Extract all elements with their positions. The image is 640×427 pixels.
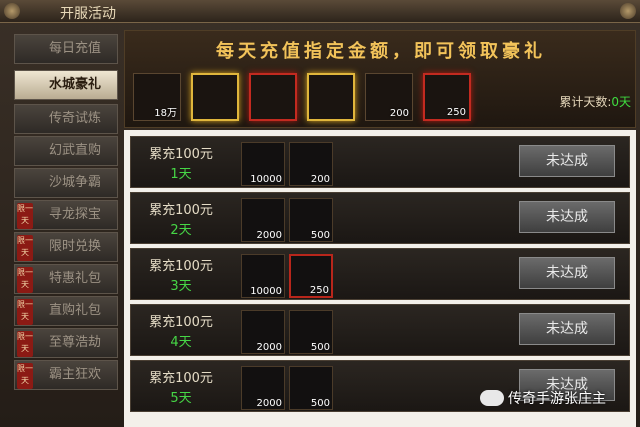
book-icon[interactable]: 10000 — [241, 142, 285, 186]
sidebar-item-direct-pack[interactable]: 限一天 直购礼包 — [14, 296, 118, 326]
watermark: 传奇手游张庄主 — [508, 391, 606, 407]
chest-icon[interactable] — [307, 73, 355, 121]
book-icon[interactable]: 2000 — [241, 310, 285, 354]
reward-header: 每天充值指定金额，即可领取豪礼 18万 200 250 累计天数:0天 — [124, 30, 636, 128]
requirement-text: 累充100元 — [149, 259, 213, 274]
gold-shard-icon[interactable]: 200 — [365, 73, 413, 121]
list-item: 累充100元 4天 2000 500 未达成 — [130, 304, 630, 356]
requirement-text: 累充100元 — [149, 315, 213, 330]
chest-icon[interactable] — [249, 73, 297, 121]
sidebar-item-label: 特惠礼包 — [48, 271, 101, 286]
day-text: 1天 — [170, 167, 192, 182]
weapon-icon[interactable]: 250 — [423, 73, 471, 121]
window-title: 开服活动 — [60, 6, 116, 22]
list-item: 累充100元 3天 10000 250 未达成 — [130, 248, 630, 300]
sidebar-item-daily-recharge[interactable]: 每日充值 — [14, 34, 118, 64]
banner-text: 每天充值指定金额，即可领取豪礼 — [216, 41, 546, 62]
requirement-text: 累充100元 — [149, 371, 213, 386]
sidebar-item-water-city-gift[interactable]: 水城豪礼 — [14, 70, 118, 100]
book-icon[interactable]: 10000 — [241, 254, 285, 298]
blue-orb-icon[interactable]: 500 — [289, 198, 333, 242]
claim-button[interactable]: 未达成 — [519, 145, 615, 177]
wechat-icon — [480, 390, 504, 406]
sidebar-item-special-pack[interactable]: 限一天 特惠礼包 — [14, 264, 118, 294]
helmet-icon[interactable] — [191, 73, 239, 121]
crystal-icon[interactable]: 500 — [289, 310, 333, 354]
sidebar-item-label: 每日充值 — [48, 41, 101, 56]
day-text: 3天 — [170, 279, 192, 294]
activity-window: 开服活动 每日充值 水城豪礼 传奇试炼 幻武直购 沙城争霸 限一天 寻龙探宝 限一… — [0, 0, 640, 427]
close-icon[interactable] — [620, 3, 636, 19]
book-icon[interactable]: 18万 — [133, 73, 181, 121]
claim-button[interactable]: 未达成 — [519, 201, 615, 233]
requirement-text: 累充100元 — [149, 147, 213, 162]
sidebar-item-supreme[interactable]: 限一天 至尊浩劫 — [14, 328, 118, 358]
reward-list: 累充100元 1天 10000 200 未达成 累充100元 2天 2000 5… — [124, 130, 636, 427]
claim-button[interactable]: 未达成 — [519, 313, 615, 345]
limited-badge: 限一天 — [17, 331, 33, 357]
sidebar-item-legend-trial[interactable]: 传奇试炼 — [14, 104, 118, 134]
book-icon[interactable]: 2000 — [241, 366, 285, 410]
limited-badge: 限一天 — [17, 363, 33, 389]
sidebar-item-label: 传奇试炼 — [48, 111, 101, 126]
sidebar-item-label: 水城豪礼 — [48, 77, 101, 92]
gold-shard-icon[interactable]: 200 — [289, 142, 333, 186]
sidebar-item-label: 限时兑换 — [48, 239, 101, 254]
requirement-text: 累充100元 — [149, 203, 213, 218]
sidebar-item-overlord[interactable]: 限一天 霸主狂欢 — [14, 360, 118, 390]
list-item: 累充100元 2天 2000 500 未达成 — [130, 192, 630, 244]
blue-orb-icon[interactable]: 500 — [289, 366, 333, 410]
sidebar-item-label: 幻武直购 — [48, 143, 101, 158]
sidebar-item-label: 直购礼包 — [48, 303, 101, 318]
sidebar-item-illusion-buy[interactable]: 幻武直购 — [14, 136, 118, 166]
day-text: 5天 — [170, 391, 192, 406]
weapon-icon[interactable]: 250 — [289, 254, 333, 298]
sidebar-item-limited-exchange[interactable]: 限一天 限时兑换 — [14, 232, 118, 262]
sidebar-item-dragon-treasure[interactable]: 限一天 寻龙探宝 — [14, 200, 118, 230]
claim-button[interactable]: 未达成 — [519, 257, 615, 289]
sidebar-item-label: 霸主狂欢 — [48, 367, 101, 382]
book-icon[interactable]: 2000 — [241, 198, 285, 242]
corner-ornament-icon — [4, 3, 20, 19]
sidebar: 每日充值 水城豪礼 传奇试炼 幻武直购 沙城争霸 限一天 寻龙探宝 限一天 限时兑换… — [14, 30, 120, 427]
limited-badge: 限一天 — [17, 267, 33, 293]
sidebar-item-label: 沙城争霸 — [48, 175, 101, 190]
limited-badge: 限一天 — [17, 203, 33, 229]
sidebar-item-label: 寻龙探宝 — [48, 207, 101, 222]
limited-badge: 限一天 — [17, 299, 33, 325]
sidebar-item-label: 至尊浩劫 — [48, 335, 101, 350]
title-bar: 开服活动 — [0, 0, 640, 23]
cumulative-days: 累计天数:0天 — [559, 95, 631, 109]
list-item: 累充100元 1天 10000 200 未达成 — [130, 136, 630, 188]
limited-badge: 限一天 — [17, 235, 33, 261]
day-text: 2天 — [170, 223, 192, 238]
day-text: 4天 — [170, 335, 192, 350]
sidebar-item-sand-city[interactable]: 沙城争霸 — [14, 168, 118, 198]
